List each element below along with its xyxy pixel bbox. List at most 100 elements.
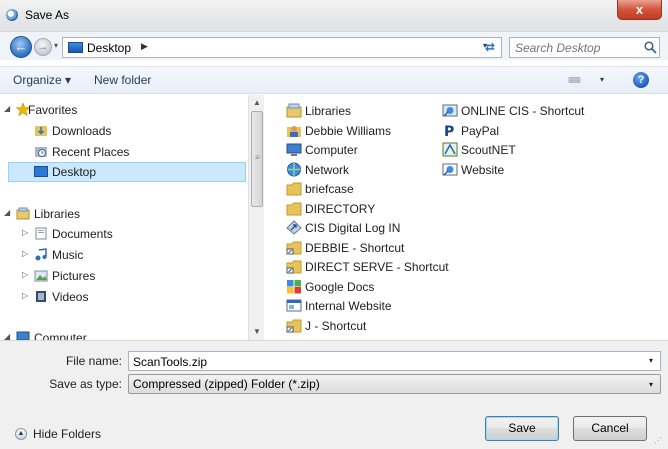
save-as-type-select[interactable]: Compressed (zipped) Folder (*.zip) ▾	[128, 374, 661, 394]
downloads-folder-icon	[35, 126, 47, 136]
file-name: DIRECT SERVE - Shortcut	[305, 260, 449, 274]
folder-icon	[286, 182, 302, 196]
scroll-up-icon[interactable]: ▲	[253, 98, 261, 107]
network-icon	[287, 162, 301, 177]
cancel-button[interactable]: Cancel	[573, 416, 647, 441]
expand-arrow-icon[interactable]: ▷	[22, 228, 28, 237]
navigation-pane: ◢ Favorites Downloads Recent Places Desk…	[0, 95, 248, 340]
save-as-type-value: Compressed (zipped) Folder (*.zip)	[133, 377, 320, 391]
expand-arrow-icon[interactable]: ▷	[22, 249, 28, 258]
breadcrumb-desktop[interactable]: Desktop	[87, 41, 131, 55]
nav-label: Downloads	[52, 124, 112, 138]
hide-folders-label: Hide Folders	[33, 427, 102, 441]
scroll-down-icon[interactable]: ▼	[253, 327, 261, 336]
google-docs-icon	[287, 280, 301, 294]
music-icon	[35, 248, 47, 261]
recent-pages-dropdown[interactable]: ▾	[54, 41, 58, 50]
folder-icon	[286, 202, 302, 216]
file-name: CIS Digital Log IN	[305, 221, 401, 235]
website-icon	[442, 163, 458, 176]
desktop-location-icon	[68, 42, 83, 53]
organize-menu-button[interactable]: Organize ▾	[13, 73, 71, 87]
scrollbar-thumb[interactable]: ≡	[251, 111, 263, 207]
nav-label: Recent Places	[52, 145, 130, 159]
file-name: briefcase	[305, 182, 354, 196]
save-as-window-icon	[6, 9, 18, 21]
file-name: Debbie Williams	[305, 124, 392, 138]
search-input[interactable]	[515, 40, 633, 55]
address-bar[interactable]: Desktop ▶ ▾	[62, 37, 502, 58]
save-form: File name: ▾ Save as type: Compressed (z…	[0, 340, 668, 449]
search-box[interactable]	[509, 37, 660, 58]
help-icon[interactable]: ?	[633, 72, 649, 88]
user-folder-icon	[287, 126, 301, 137]
paypal-icon: P	[444, 124, 454, 138]
close-button[interactable]: x	[617, 0, 662, 20]
file-name: Internal Website	[305, 299, 392, 313]
scoutnet-icon	[442, 142, 458, 157]
nav-label: Libraries	[34, 207, 81, 221]
website-icon	[286, 299, 302, 312]
file-name: J - Shortcut	[305, 319, 367, 333]
file-name: Network	[305, 163, 350, 177]
libraries-icon	[286, 103, 302, 118]
libraries-icon	[16, 207, 30, 220]
shortcut-folder-icon	[286, 241, 302, 255]
nav-label: Music	[52, 248, 84, 262]
file-name: ONLINE CIS - Shortcut	[461, 104, 585, 118]
shortcut-icon	[442, 104, 458, 117]
navigation-bar: ← → ▾ Desktop ▶ ▾ ⇄	[0, 32, 668, 60]
forward-button[interactable]: →	[34, 38, 52, 56]
command-toolbar: Organize ▾ New folder ≡≡ ▾ ?	[0, 66, 668, 94]
save-as-type-dropdown-icon[interactable]: ▾	[649, 380, 653, 389]
file-name: DEBBIE - Shortcut	[305, 241, 405, 255]
nav-label: Favorites	[28, 103, 78, 117]
back-button[interactable]: ←	[10, 36, 32, 58]
collapse-arrow-icon[interactable]: ◢	[4, 208, 10, 217]
navigation-pane-scrollbar[interactable]: ▲ ≡ ▼	[248, 95, 264, 340]
file-name: Libraries	[305, 104, 352, 118]
svg-text:P: P	[444, 124, 454, 138]
computer-icon	[286, 143, 302, 156]
file-name: DIRECTORY	[305, 202, 376, 216]
computer-icon	[16, 331, 30, 340]
file-list: Libraries Debbie Williams Computer Netwo…	[270, 95, 668, 340]
title-bar[interactable]: Save As x	[0, 0, 668, 32]
resize-grip-icon[interactable]: ⋰	[654, 436, 662, 445]
refresh-icon[interactable]: ⇄	[485, 40, 495, 54]
collapse-arrow-icon[interactable]: ◢	[4, 332, 10, 340]
scrollbar-grip-icon: ≡	[255, 153, 260, 162]
hide-folders-icon: ▲	[15, 428, 27, 440]
view-options-dropdown-icon[interactable]: ▾	[600, 75, 604, 84]
desktop-icon	[34, 166, 48, 177]
nav-label: Videos	[52, 290, 89, 304]
file-name-combobox[interactable]: ▾	[128, 351, 661, 371]
file-name: PayPal	[461, 124, 500, 138]
save-as-type-label: Save as type:	[49, 377, 122, 391]
nav-label: Pictures	[52, 269, 96, 283]
recent-places-icon	[35, 147, 47, 157]
shortcut-folder-icon	[286, 319, 302, 333]
save-button[interactable]: Save	[485, 416, 559, 441]
videos-icon	[36, 291, 46, 302]
expand-arrow-icon[interactable]: ▷	[22, 291, 28, 300]
collapse-arrow-icon[interactable]: ◢	[4, 104, 10, 113]
nav-item-desktop[interactable]: Desktop	[8, 162, 246, 182]
file-name: Computer	[305, 143, 358, 157]
file-name: Google Docs	[305, 280, 375, 294]
pictures-icon	[34, 270, 48, 282]
nav-label: Desktop	[52, 165, 97, 179]
file-name-dropdown-icon[interactable]: ▾	[649, 356, 653, 365]
breadcrumb-chevron-icon[interactable]: ▶	[141, 41, 148, 52]
file-name-input[interactable]	[133, 354, 633, 369]
nav-label: Documents	[52, 227, 113, 241]
file-name: Website	[461, 163, 505, 177]
search-icon[interactable]	[644, 41, 657, 54]
file-name: ScoutNET	[461, 143, 516, 157]
shortcut-icon	[286, 220, 302, 235]
expand-arrow-icon[interactable]: ▷	[22, 270, 28, 279]
change-view-icon[interactable]: ≡≡	[568, 73, 581, 87]
nav-label: Computer	[34, 331, 87, 340]
file-name-label: File name:	[65, 354, 122, 368]
new-folder-button[interactable]: New folder	[94, 73, 151, 87]
